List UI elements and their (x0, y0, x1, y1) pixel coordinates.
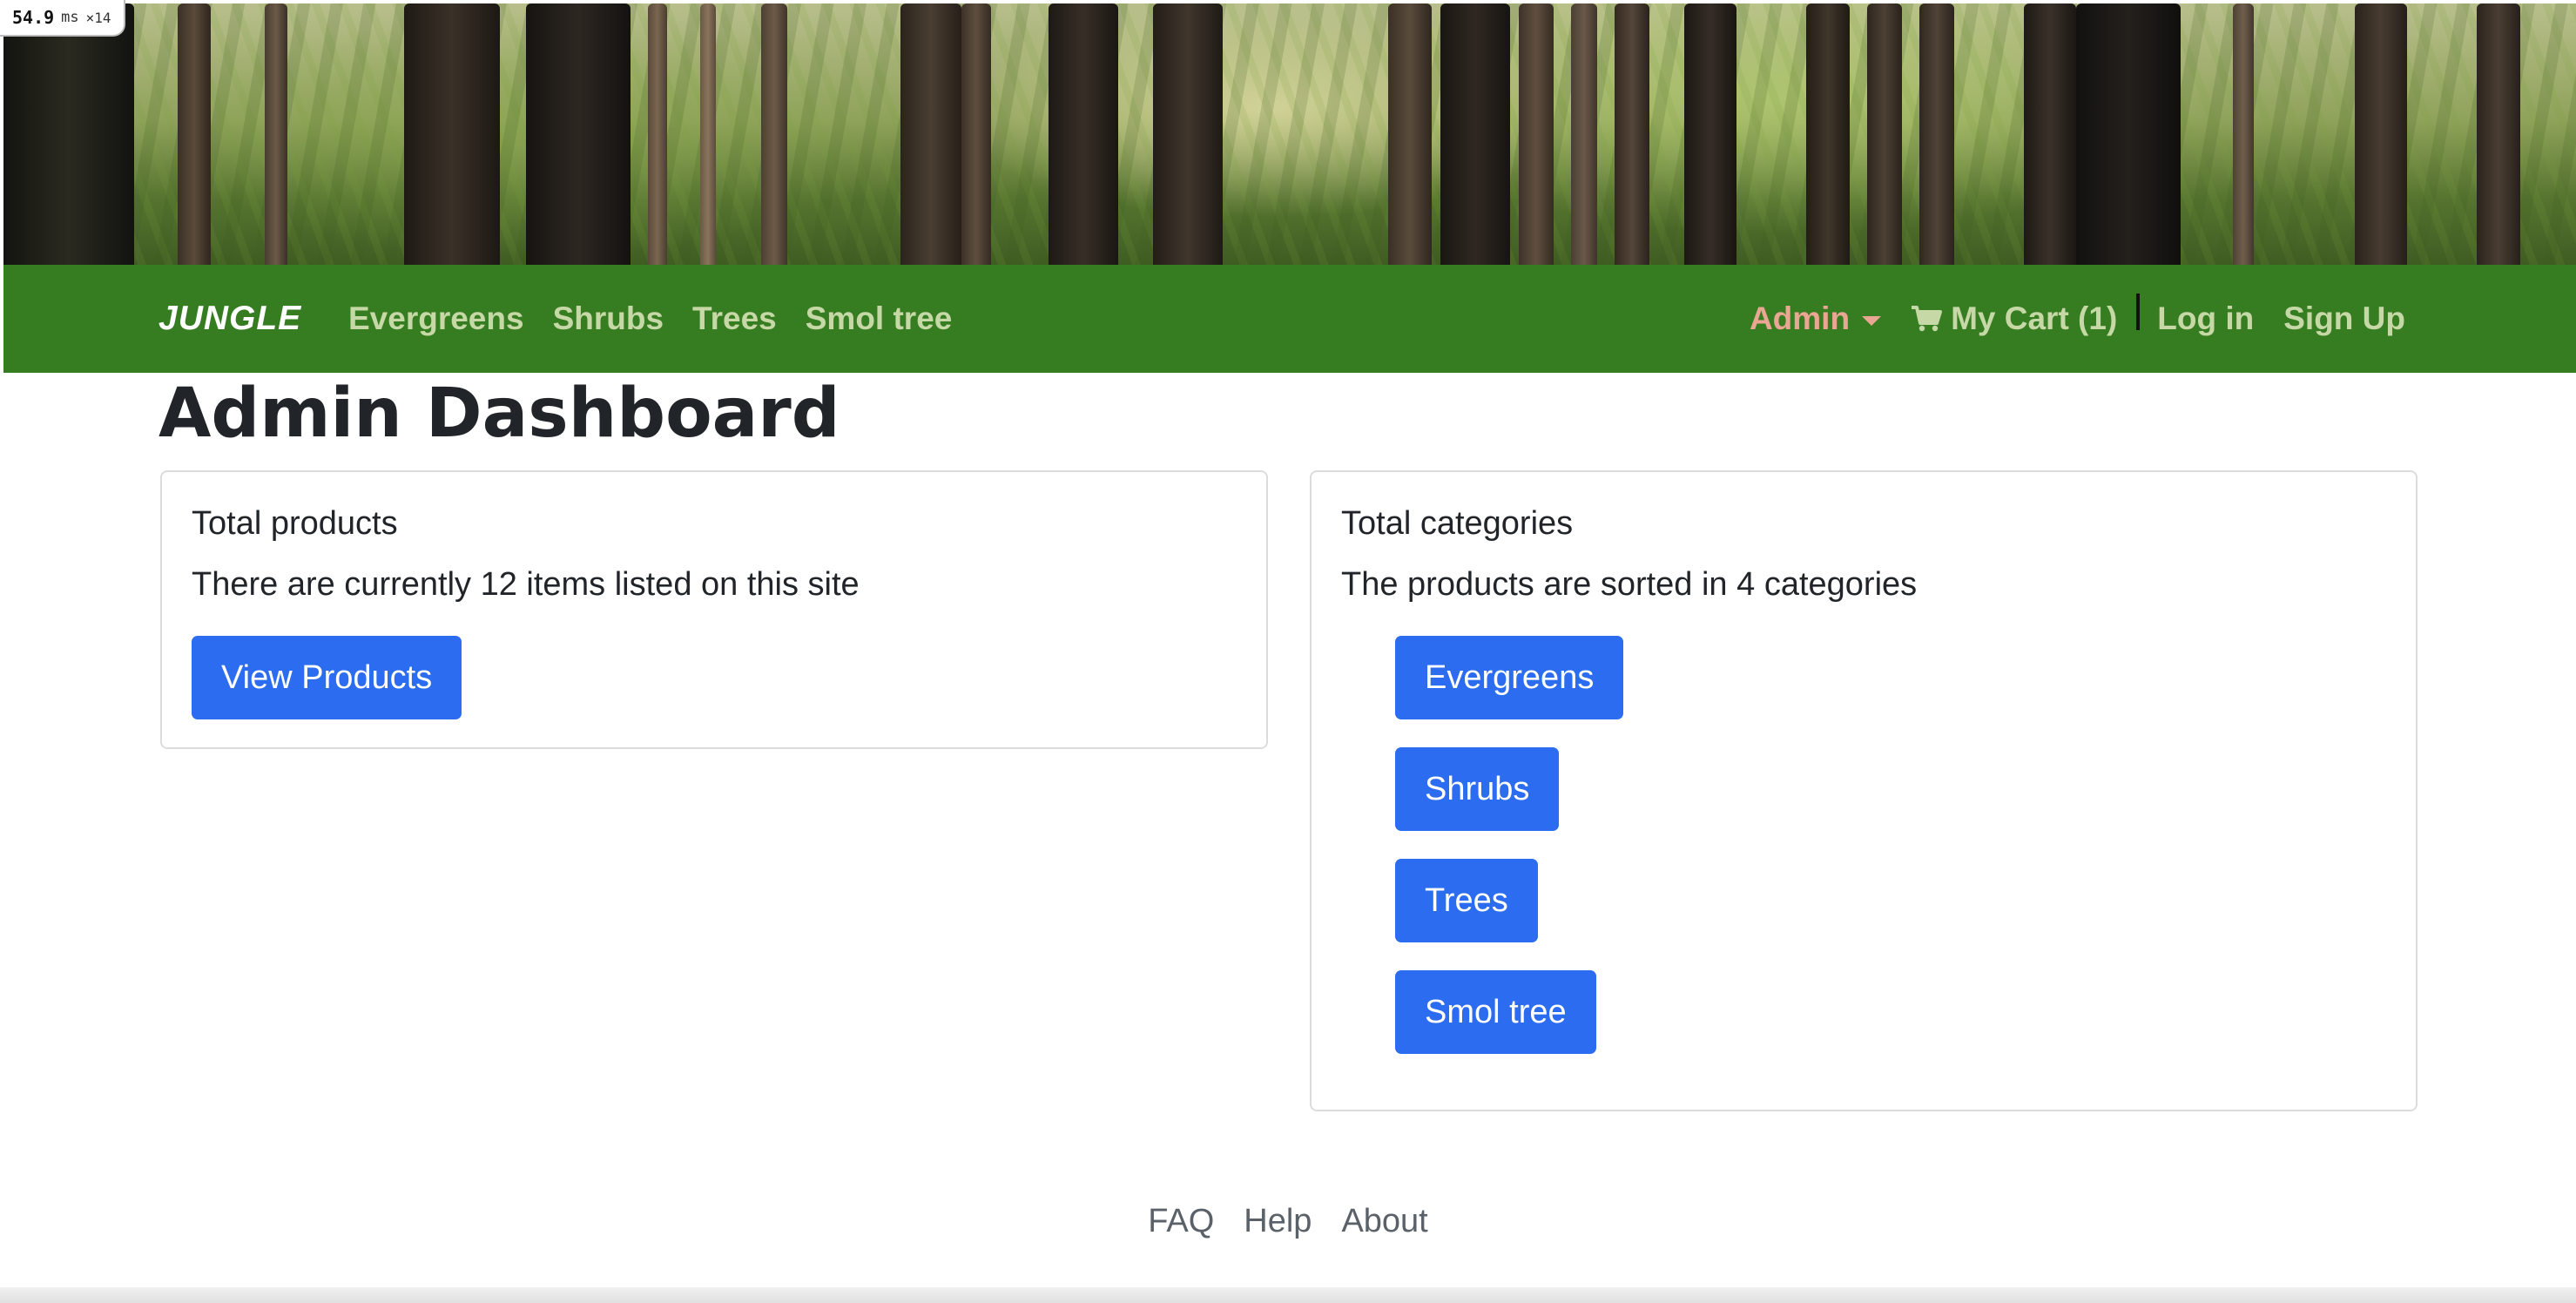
hero-banner (3, 3, 2576, 265)
card-title: Total products (192, 505, 398, 542)
nav-link-trees[interactable]: Trees (692, 300, 777, 337)
hero-foliage (3, 3, 2576, 265)
card-title: Total categories (1341, 505, 1574, 542)
footer: FAQ Help About (0, 1195, 2576, 1247)
cart-label: My Cart (1) (1951, 300, 2118, 336)
nav-link-shrubs[interactable]: Shrubs (553, 300, 664, 337)
footer-link-faq[interactable]: FAQ (1148, 1203, 1214, 1240)
page-title: Admin Dashboard (158, 375, 840, 453)
shopping-cart-icon (1912, 306, 1943, 332)
perf-multiplier: ×14 (85, 9, 111, 26)
bottom-edge (0, 1287, 2576, 1303)
total-categories-card: Total categories The products are sorted… (1310, 470, 2418, 1111)
user-nav: Admin My Cart (1) Log in Sign Up (1750, 265, 2405, 373)
footer-link-help[interactable]: Help (1244, 1203, 1312, 1240)
nav-link-smol-tree[interactable]: Smol tree (806, 300, 953, 337)
admin-dropdown[interactable]: Admin (1749, 300, 1882, 337)
nav-divider (2136, 294, 2141, 330)
admin-label: Admin (1749, 300, 1851, 336)
footer-link-about[interactable]: About (1341, 1203, 1427, 1240)
category-button-list: Evergreens Shrubs Trees Smol tree (1395, 636, 1624, 1082)
card-text: There are currently 12 items listed on t… (192, 566, 860, 603)
perf-overlay: 54.9 ms ×14 (0, 0, 125, 37)
caret-down-icon (1862, 315, 1882, 326)
perf-unit: ms (61, 9, 79, 26)
category-nav: Evergreens Shrubs Trees Smol tree (348, 265, 952, 373)
category-button-shrubs[interactable]: Shrubs (1395, 747, 1560, 831)
cart-link[interactable]: My Cart (1) (1911, 300, 2117, 337)
category-button-smol-tree[interactable]: Smol tree (1395, 970, 1596, 1054)
category-button-evergreens[interactable]: Evergreens (1395, 636, 1624, 719)
total-products-card: Total products There are currently 12 it… (160, 470, 1268, 749)
view-products-button[interactable]: View Products (192, 636, 462, 719)
navbar: JUNGLE Evergreens Shrubs Trees Smol tree… (3, 265, 2576, 373)
perf-value: 54.9 (12, 7, 55, 28)
nav-link-evergreens[interactable]: Evergreens (348, 300, 524, 337)
signup-link[interactable]: Sign Up (2283, 300, 2405, 337)
page: 54.9 ms ×14 JUNGLE Evergreens Shrubs Tre… (0, 0, 2576, 1303)
brand-logo[interactable]: JUNGLE (158, 265, 301, 373)
card-text: The products are sorted in 4 categories (1341, 566, 1918, 603)
login-link[interactable]: Log in (2157, 300, 2254, 337)
category-button-trees[interactable]: Trees (1395, 859, 1538, 942)
